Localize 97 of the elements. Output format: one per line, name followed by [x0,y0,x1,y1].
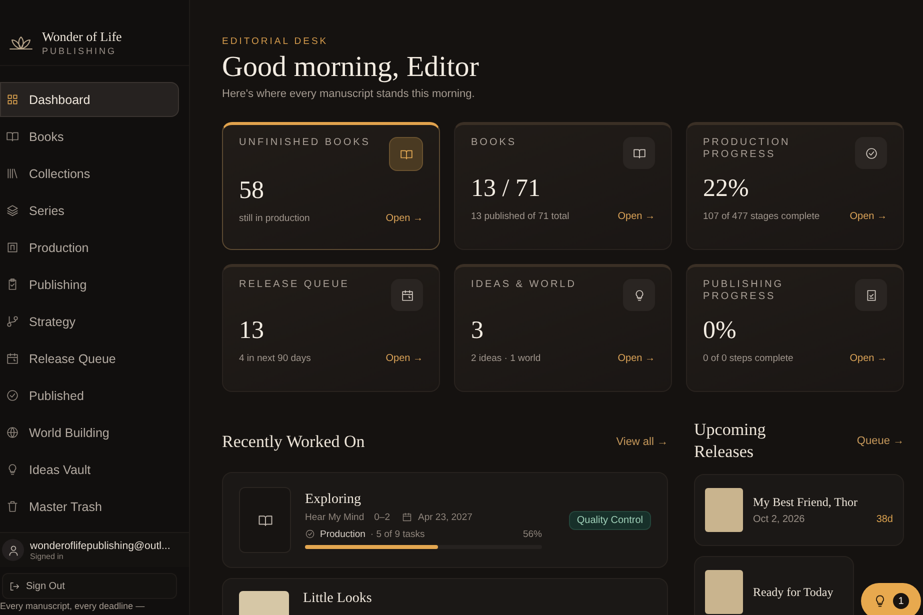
nav-item[interactable]: Strategy [0,304,179,339]
calendar-clock-icon [6,352,19,365]
open-link[interactable]: Open → [386,213,423,224]
progress-percent: 56% [522,528,542,540]
stat-caption: 0 of 0 steps complete [703,353,794,364]
trash-icon [6,500,19,513]
calendar-clock-icon [400,288,414,302]
release-card[interactable]: My Best Friend, Thor Oct 2, 2026 38d [694,474,904,546]
open-link[interactable]: Open → [618,211,655,222]
page-title: Good morning, Editor [222,51,480,84]
days-remaining: 38d [876,514,893,525]
nav-item[interactable]: Collections [0,156,179,191]
ideas-button[interactable]: 1 [861,583,921,615]
open-link[interactable]: Open → [850,211,887,222]
footer-tagline: Every manuscript, every deadline — [0,601,146,613]
eyebrow-label: EDITORIAL DESK [222,36,330,47]
nav-item[interactable]: Books [0,119,179,154]
stat-label: UNFINISHED BOOKS [239,137,372,149]
nav-item[interactable]: Ideas Vault [0,452,179,487]
nav-item[interactable]: World Building [0,415,179,450]
stat-caption: 2 ideas · 1 world [471,353,541,364]
user-status: Signed in [30,552,64,560]
series-name: Hear My Mind [305,512,364,522]
lotus-logo-icon [8,34,34,50]
status-badge: Quality Control [568,510,651,530]
book-icon [258,512,272,528]
stat-label: PRODUCTION PROGRESS [703,137,792,161]
stat-card[interactable]: PUBLISHING PROGRESS 0% 0 of 0 steps complete Open → [686,264,904,392]
nav-item[interactable]: Published [0,378,179,413]
nav-item[interactable]: Publishing [0,267,179,302]
stat-card[interactable]: BOOKS 13 / 71 13 published of 71 total Open → [454,122,672,250]
globe-icon [6,426,19,439]
nav-item[interactable]: Series [0,193,179,228]
stat-caption: 107 of 477 stages complete [703,211,820,222]
user-email: wonderoflifepublishing@outl... [30,540,170,552]
book-icon [6,130,19,143]
page-subtitle: Here's where every manuscript stands this morning. [222,88,476,100]
brand-name: Wonder of Life [42,29,122,45]
section-title: Upcoming Releases [694,419,767,463]
cover-placeholder [705,488,743,532]
book-icon [400,148,412,160]
branch-icon [6,315,19,328]
book-card[interactable]: Little Looks [222,578,668,615]
queue-link[interactable]: Queue → [856,435,904,447]
grid-icon [6,93,19,106]
panel-icon [6,241,19,254]
stat-caption: 4 in next 90 days [239,353,311,364]
count-badge: 1 [893,593,909,609]
release-title: My Best Friend, Thor [753,495,858,510]
task-count: · 5 of 9 tasks [370,528,425,540]
stat-card[interactable]: IDEAS & WORLD 3 2 ideas · 1 world Open → [454,264,672,392]
stat-label: PUBLISHING PROGRESS [703,279,785,303]
nav-item[interactable]: Master Trash [0,489,179,524]
stat-caption: 13 published of 71 total [471,211,570,222]
lightbulb-icon [6,463,19,476]
sign-out-icon [9,580,20,592]
stat-card[interactable]: RELEASE QUEUE 13 4 in next 90 days Open → [222,264,440,392]
book-title: Little Looks [303,591,372,607]
checklist-icon [864,288,878,302]
stat-card[interactable]: UNFINISHED BOOKS 58 still in production Open → [222,122,440,250]
stat-value: 0% [703,317,738,345]
lightbulb-icon [873,594,887,608]
stat-label: IDEAS & WORLD [471,279,578,291]
release-date: Oct 2, 2026 [753,514,805,525]
stat-value: 13 / 71 [471,175,542,203]
sign-out-button[interactable]: Sign Out [2,573,177,599]
layers-icon [6,204,19,217]
cover-placeholder [705,570,743,614]
nav-item[interactable]: Production [0,230,179,265]
clipboard-check-icon [6,278,19,291]
nav-item[interactable]: Release Queue [0,341,179,376]
stat-value: 58 [239,177,265,205]
due-date: Apr 23, 2027 [418,512,472,522]
brand-subtitle: PUBLISHING [42,46,118,56]
section-title: Recently Worked On [222,432,365,452]
stat-value: 22% [703,175,750,203]
release-card[interactable]: Ready for Today [694,556,854,615]
stat-value: 3 [471,317,484,345]
open-link[interactable]: Open → [850,353,887,364]
stat-label: BOOKS [471,137,518,149]
library-icon [6,167,19,180]
release-title: Ready for Today [753,584,834,600]
open-link[interactable]: Open → [618,353,655,364]
stat-label: RELEASE QUEUE [239,279,350,291]
book-card[interactable]: Exploring Hear My Mind 0–2 Apr 23, 2027 Production · 5 of 9 tasks 56% Quality Control [222,472,668,568]
stat-card[interactable]: PRODUCTION PROGRESS 22% 107 of 477 stages complete Open → [686,122,904,250]
book-icon [632,146,646,160]
calendar-icon [402,512,412,522]
stat-caption: still in production [239,213,310,224]
stat-value: 13 [239,317,265,345]
book-number: 0–2 [374,512,390,522]
avatar-icon [2,539,24,561]
book-title: Exploring [305,492,362,508]
stage-name: Production [320,528,366,540]
nav-item[interactable]: Dashboard [0,82,179,117]
open-link[interactable]: Open → [386,353,423,364]
view-all-link[interactable]: View all → [616,436,668,448]
